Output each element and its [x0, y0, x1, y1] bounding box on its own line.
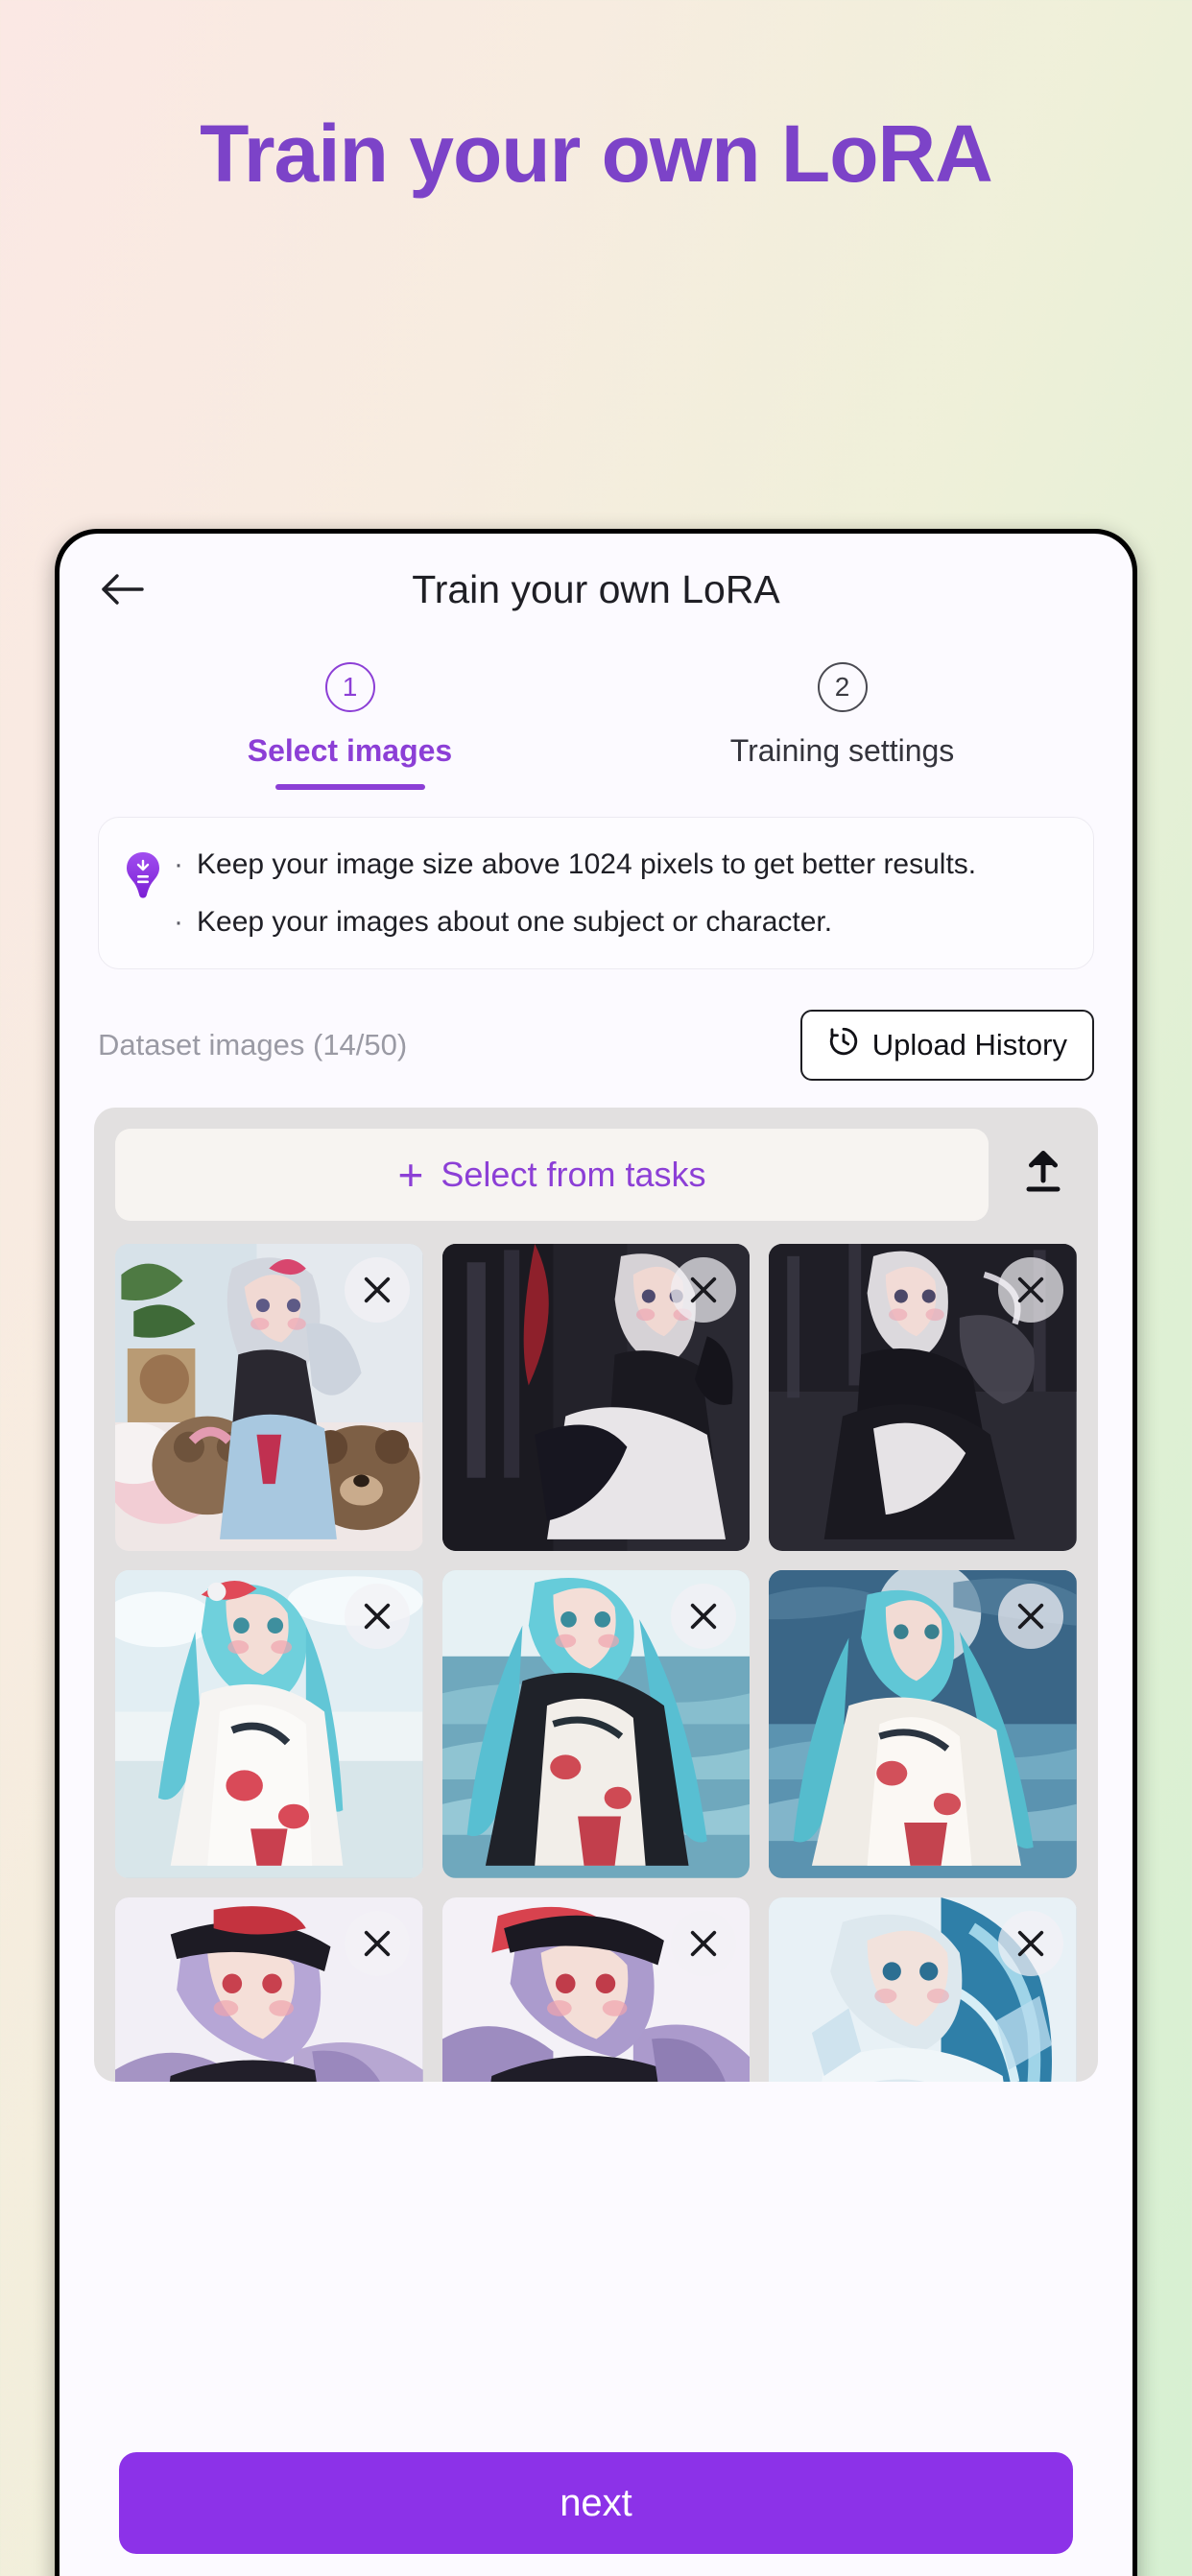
delete-thumbnail-button[interactable] — [997, 1256, 1063, 1323]
tip-item: · Keep your image size above 1024 pixels… — [174, 847, 1064, 883]
tip-text: Keep your image size above 1024 pixels t… — [197, 848, 977, 880]
delete-thumbnail-button[interactable] — [997, 1584, 1063, 1650]
picker-row: + Select from tasks — [115, 1128, 1077, 1221]
dataset-grid-panel: + Select from tasks — [94, 1107, 1098, 2082]
phone-frame: Train your own LoRA 1 Select images 2 Tr… — [55, 529, 1137, 2576]
close-x-icon — [1014, 1274, 1047, 1306]
close-x-icon — [687, 1600, 720, 1633]
back-button[interactable] — [92, 560, 152, 619]
plus-icon: + — [397, 1149, 424, 1200]
delete-thumbnail-button[interactable] — [671, 1911, 737, 1977]
page-title: Train your own LoRA — [412, 566, 780, 611]
close-x-icon — [361, 1927, 393, 1960]
tips-card: · Keep your image size above 1024 pixels… — [98, 817, 1094, 969]
select-from-tasks-button[interactable]: + Select from tasks — [115, 1128, 989, 1221]
thumbnail-item[interactable] — [115, 1570, 423, 1879]
step-1-label: Select images — [247, 733, 453, 768]
upload-history-label: Upload History — [871, 1027, 1067, 1061]
upload-button[interactable] — [1010, 1141, 1077, 1208]
thumbnail-item[interactable] — [115, 1897, 423, 2082]
step-1-number: 1 — [324, 662, 375, 712]
step-1-active-underline — [274, 784, 425, 790]
thumbnail-item[interactable] — [441, 1243, 751, 1552]
close-x-icon — [687, 1274, 720, 1306]
step-2-number: 2 — [817, 662, 868, 712]
delete-thumbnail-button[interactable] — [344, 1256, 410, 1323]
tab-training-settings[interactable]: 2 Training settings — [596, 662, 1088, 790]
promo-headline: Train your own LoRA — [200, 108, 993, 199]
tab-select-images[interactable]: 1 Select images — [104, 662, 596, 790]
step-indicator: 1 Select images 2 Training settings — [60, 645, 1132, 790]
lightbulb-icon — [126, 852, 160, 898]
step-2-label: Training settings — [729, 733, 955, 768]
thumbnail-grid — [115, 1243, 1077, 2082]
dataset-count-label: Dataset images (14/50) — [98, 1027, 408, 1061]
history-clock-icon — [827, 1025, 860, 1065]
tip-bullet-icon: · — [174, 848, 183, 880]
close-x-icon — [687, 1927, 720, 1960]
tip-bullet-icon: · — [174, 906, 183, 939]
delete-thumbnail-button[interactable] — [997, 1911, 1063, 1977]
arrow-left-icon — [100, 570, 144, 608]
delete-thumbnail-button[interactable] — [344, 1584, 410, 1650]
thumbnail-item[interactable] — [441, 1897, 751, 2082]
thumbnail-item[interactable] — [115, 1243, 423, 1552]
thumbnail-item[interactable] — [769, 1897, 1077, 2082]
delete-thumbnail-button[interactable] — [671, 1256, 737, 1323]
close-x-icon — [361, 1600, 393, 1633]
tip-text: Keep your images about one subject or ch… — [197, 906, 833, 939]
close-x-icon — [1014, 1927, 1047, 1960]
tip-item: · Keep your images about one subject or … — [174, 904, 1064, 941]
dataset-header-row: Dataset images (14/50) Upload History — [98, 1009, 1094, 1081]
upload-arrow-icon — [1021, 1149, 1065, 1200]
close-x-icon — [1014, 1600, 1047, 1633]
thumbnail-item[interactable] — [769, 1243, 1077, 1552]
step-2-active-underline — [768, 784, 918, 790]
phone-screen: Train your own LoRA 1 Select images 2 Tr… — [60, 534, 1132, 2576]
delete-thumbnail-button[interactable] — [344, 1911, 410, 1977]
bottom-action-bar: next — [60, 2429, 1132, 2576]
upload-history-button[interactable]: Upload History — [799, 1009, 1094, 1081]
next-button[interactable]: next — [119, 2452, 1073, 2554]
close-x-icon — [361, 1274, 393, 1306]
thumbnail-item[interactable] — [769, 1570, 1077, 1879]
select-from-tasks-label: Select from tasks — [441, 1154, 706, 1194]
app-header: Train your own LoRA — [60, 534, 1132, 645]
thumbnail-item[interactable] — [441, 1570, 751, 1879]
tips-list: · Keep your image size above 1024 pixels… — [174, 847, 1064, 942]
